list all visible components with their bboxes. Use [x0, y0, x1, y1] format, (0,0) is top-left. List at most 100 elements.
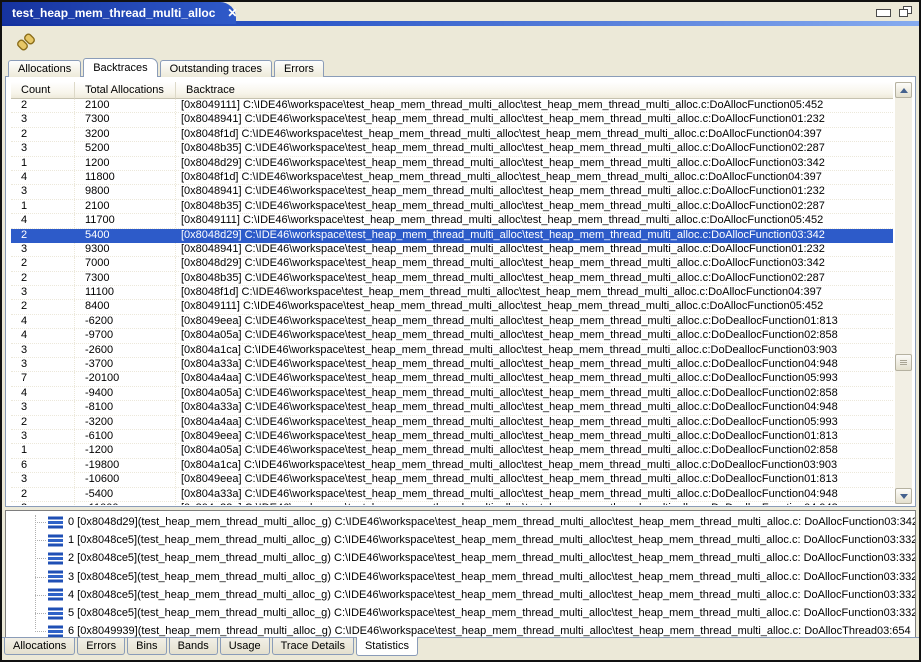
trace-frame-item[interactable]: 3 [0x8048ce5](test_heap_mem_thread_multi… — [6, 568, 915, 586]
trace-frame-item[interactable]: 1 [0x8048ce5](test_heap_mem_thread_multi… — [6, 531, 915, 549]
backtrace-table: CountTotal AllocationsBacktrace 2 2100 [… — [11, 82, 893, 505]
cell-total-allocations: 11100 — [75, 286, 176, 299]
statistics-tabs: AllocationsBacktracesOutstanding tracesE… — [5, 58, 916, 77]
cell-backtrace: [0x804a1ca] C:\IDE46\workspace\test_heap… — [176, 344, 893, 357]
scrollbar-thumb[interactable] — [895, 354, 912, 371]
cell-count: 3 — [11, 286, 75, 299]
stack-frames-icon — [48, 534, 63, 547]
table-row[interactable]: 2 2100 [0x8049111] C:\IDE46\workspace\te… — [11, 99, 893, 113]
scroll-down-button[interactable] — [895, 488, 912, 504]
trace-frame-item[interactable]: 5 [0x8048ce5](test_heap_mem_thread_multi… — [6, 604, 915, 622]
cell-count: 4 — [11, 214, 75, 227]
table-row[interactable]: 1 2100 [0x8048b35] C:\IDE46\workspace\te… — [11, 200, 893, 214]
cell-total-allocations: 2100 — [75, 99, 176, 112]
cell-count: 2 — [11, 502, 75, 505]
column-header-count[interactable]: Count — [11, 82, 75, 99]
trace-frame-text: 3 [0x8048ce5](test_heap_mem_thread_multi… — [68, 571, 915, 583]
table-row[interactable]: 2 3200 [0x8048f1d] C:\IDE46\workspace\te… — [11, 128, 893, 142]
cell-total-allocations: 2100 — [75, 200, 176, 213]
view-toolbar — [2, 26, 919, 58]
cell-backtrace: [0x804a05a] C:\IDE46\workspace\test_heap… — [176, 444, 893, 457]
table-row[interactable]: 1 -1200 [0x804a05a] C:\IDE46\workspace\t… — [11, 444, 893, 458]
tab-backtraces[interactable]: Backtraces — [83, 58, 157, 77]
bottom-tab-usage[interactable]: Usage — [220, 638, 270, 655]
bottom-tab-allocations[interactable]: Allocations — [4, 638, 75, 655]
cell-backtrace: [0x8048b35] C:\IDE46\workspace\test_heap… — [176, 272, 893, 285]
vertical-scrollbar[interactable] — [895, 82, 912, 504]
trace-frame-text: 4 [0x8048ce5](test_heap_mem_thread_multi… — [68, 589, 915, 601]
cell-count: 3 — [11, 243, 75, 256]
tab-outstanding-traces[interactable]: Outstanding traces — [160, 60, 272, 77]
cell-total-allocations: -19800 — [75, 459, 176, 472]
refresh-link-button[interactable] — [15, 31, 37, 53]
table-row[interactable]: 6 -19800 [0x804a1ca] C:\IDE46\workspace\… — [11, 459, 893, 473]
minimize-icon[interactable] — [876, 9, 891, 17]
cell-count: 2 — [11, 99, 75, 112]
stack-frames-icon — [48, 625, 63, 638]
cell-backtrace: [0x8049111] C:\IDE46\workspace\test_heap… — [176, 99, 893, 112]
cell-count: 3 — [11, 344, 75, 357]
cell-backtrace: [0x8048d29] C:\IDE46\workspace\test_heap… — [176, 157, 893, 170]
cell-total-allocations: 5200 — [75, 142, 176, 155]
view-tab[interactable]: test_heap_mem_thread_multi_alloc ✕ — [2, 2, 236, 24]
bottom-tab-bins[interactable]: Bins — [127, 638, 166, 655]
column-header-total-allocations[interactable]: Total Allocations — [75, 82, 176, 99]
table-row[interactable]: 7 -20100 [0x804a4aa] C:\IDE46\workspace\… — [11, 372, 893, 386]
cell-backtrace: [0x8049eea] C:\IDE46\workspace\test_heap… — [176, 473, 893, 486]
cell-count: 3 — [11, 142, 75, 155]
table-row[interactable]: 3 11100 [0x8048f1d] C:\IDE46\workspace\t… — [11, 286, 893, 300]
trace-frame-item[interactable]: 4 [0x8048ce5](test_heap_mem_thread_multi… — [6, 586, 915, 604]
maximize-icon[interactable] — [899, 6, 912, 17]
table-row[interactable]: 3 9800 [0x8048941] C:\IDE46\workspace\te… — [11, 185, 893, 199]
trace-frame-item[interactable]: 0 [0x8048d29](test_heap_mem_thread_multi… — [6, 513, 915, 531]
tab-allocations[interactable]: Allocations — [8, 60, 81, 77]
cell-count: 2 — [11, 257, 75, 270]
table-row[interactable]: 2 -5400 [0x804a33a] C:\IDE46\workspace\t… — [11, 488, 893, 502]
trace-frame-text: 5 [0x8048ce5](test_heap_mem_thread_multi… — [68, 607, 915, 619]
scroll-up-button[interactable] — [895, 82, 912, 98]
cell-backtrace: [0x804a33a] C:\IDE46\workspace\test_heap… — [176, 358, 893, 371]
table-row[interactable]: 3 -8100 [0x804a33a] C:\IDE46\workspace\t… — [11, 401, 893, 415]
cell-backtrace: [0x8048f1d] C:\IDE46\workspace\test_heap… — [176, 171, 893, 184]
cell-total-allocations: -3200 — [75, 416, 176, 429]
close-icon[interactable]: ✕ — [227, 8, 237, 18]
table-row[interactable]: 2 -3200 [0x804a4aa] C:\IDE46\workspace\t… — [11, 416, 893, 430]
cell-backtrace: [0x804a33a] C:\IDE46\workspace\test_heap… — [176, 488, 893, 501]
table-row[interactable]: 3 9300 [0x8048941] C:\IDE46\workspace\te… — [11, 243, 893, 257]
table-row[interactable]: 2 8400 [0x8049111] C:\IDE46\workspace\te… — [11, 300, 893, 314]
bottom-tab-statistics[interactable]: Statistics — [356, 637, 418, 656]
bottom-tab-bands[interactable]: Bands — [169, 638, 218, 655]
table-row[interactable]: 3 -2600 [0x804a1ca] C:\IDE46\workspace\t… — [11, 344, 893, 358]
table-row[interactable]: 2 5400 [0x8048d29] C:\IDE46\workspace\te… — [11, 229, 893, 243]
cell-backtrace: [0x8048b35] C:\IDE46\workspace\test_heap… — [176, 142, 893, 155]
table-row[interactable]: 4 -6200 [0x8049eea] C:\IDE46\workspace\t… — [11, 315, 893, 329]
table-row[interactable]: 1 1200 [0x8048d29] C:\IDE46\workspace\te… — [11, 157, 893, 171]
cell-count: 3 — [11, 358, 75, 371]
table-row[interactable]: 4 11700 [0x8049111] C:\IDE46\workspace\t… — [11, 214, 893, 228]
table-row[interactable]: 2 7000 [0x8048d29] C:\IDE46\workspace\te… — [11, 257, 893, 271]
table-row[interactable]: 3 5200 [0x8048b35] C:\IDE46\workspace\te… — [11, 142, 893, 156]
cell-count: 3 — [11, 401, 75, 414]
cell-total-allocations: -6200 — [75, 315, 176, 328]
trace-details-panel: 0 [0x8048d29](test_heap_mem_thread_multi… — [5, 510, 916, 640]
trace-frame-item[interactable]: 2 [0x8048ce5](test_heap_mem_thread_multi… — [6, 549, 915, 567]
cell-count: 3 — [11, 473, 75, 486]
table-row[interactable]: 4 -9700 [0x804a05a] C:\IDE46\workspace\t… — [11, 329, 893, 343]
cell-backtrace: [0x8049111] C:\IDE46\workspace\test_heap… — [176, 214, 893, 227]
bottom-tab-errors[interactable]: Errors — [77, 638, 125, 655]
column-header-backtrace[interactable]: Backtrace — [176, 82, 893, 99]
table-row[interactable]: 3 -6100 [0x8049eea] C:\IDE46\workspace\t… — [11, 430, 893, 444]
cell-backtrace: [0x804a4aa] C:\IDE46\workspace\test_heap… — [176, 416, 893, 429]
table-row[interactable]: 4 -9400 [0x804a05a] C:\IDE46\workspace\t… — [11, 387, 893, 401]
table-row[interactable]: 3 -3700 [0x804a33a] C:\IDE46\workspace\t… — [11, 358, 893, 372]
cell-count: 7 — [11, 372, 75, 385]
table-row[interactable]: 3 -10600 [0x8049eea] C:\IDE46\workspace\… — [11, 473, 893, 487]
cell-count: 2 — [11, 300, 75, 313]
tab-errors[interactable]: Errors — [274, 60, 324, 77]
cell-total-allocations: 7300 — [75, 272, 176, 285]
table-row[interactable]: 2 7300 [0x8048b35] C:\IDE46\workspace\te… — [11, 272, 893, 286]
table-row[interactable]: 3 7300 [0x8048941] C:\IDE46\workspace\te… — [11, 113, 893, 127]
table-row[interactable]: 2 -11000 [0x804a33a] C:\IDE46\workspace\… — [11, 502, 893, 505]
table-row[interactable]: 4 11800 [0x8048f1d] C:\IDE46\workspace\t… — [11, 171, 893, 185]
bottom-tab-trace-details[interactable]: Trace Details — [272, 638, 354, 655]
